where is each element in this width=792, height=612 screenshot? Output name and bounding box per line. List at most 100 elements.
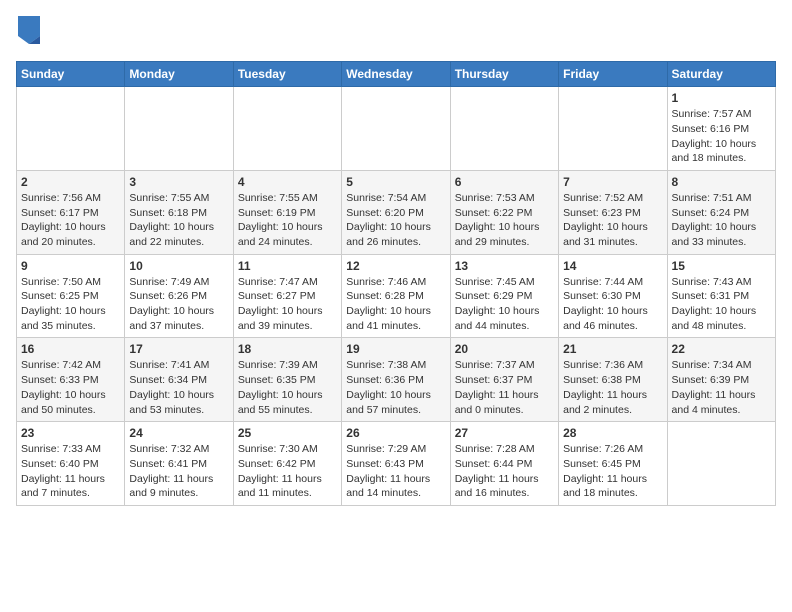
day-info: Sunrise: 7:28 AMSunset: 6:44 PMDaylight:…: [455, 442, 554, 501]
calendar-cell: 17 Sunrise: 7:41 AMSunset: 6:34 PMDayligh…: [125, 338, 233, 422]
calendar-cell: 18 Sunrise: 7:39 AMSunset: 6:35 PMDayligh…: [233, 338, 341, 422]
day-number: 17: [129, 342, 228, 356]
weekday-header-thursday: Thursday: [450, 62, 558, 87]
day-number: 14: [563, 259, 662, 273]
calendar-cell: 11 Sunrise: 7:47 AMSunset: 6:27 PMDayligh…: [233, 254, 341, 338]
calendar-cell: 16 Sunrise: 7:42 AMSunset: 6:33 PMDayligh…: [17, 338, 125, 422]
calendar-cell: 2 Sunrise: 7:56 AMSunset: 6:17 PMDaylight…: [17, 170, 125, 254]
weekday-header-tuesday: Tuesday: [233, 62, 341, 87]
day-info: Sunrise: 7:52 AMSunset: 6:23 PMDaylight:…: [563, 191, 662, 250]
day-number: 25: [238, 426, 337, 440]
day-number: 12: [346, 259, 445, 273]
calendar-cell: 28 Sunrise: 7:26 AMSunset: 6:45 PMDayligh…: [559, 422, 667, 506]
calendar-cell: 14 Sunrise: 7:44 AMSunset: 6:30 PMDayligh…: [559, 254, 667, 338]
day-number: 20: [455, 342, 554, 356]
day-number: 19: [346, 342, 445, 356]
calendar-cell: 25 Sunrise: 7:30 AMSunset: 6:42 PMDayligh…: [233, 422, 341, 506]
day-number: 24: [129, 426, 228, 440]
day-info: Sunrise: 7:56 AMSunset: 6:17 PMDaylight:…: [21, 191, 120, 250]
day-number: 13: [455, 259, 554, 273]
day-number: 6: [455, 175, 554, 189]
calendar-cell: [450, 87, 558, 171]
calendar-cell: [667, 422, 775, 506]
day-number: 11: [238, 259, 337, 273]
day-info: Sunrise: 7:55 AMSunset: 6:18 PMDaylight:…: [129, 191, 228, 250]
day-info: Sunrise: 7:50 AMSunset: 6:25 PMDaylight:…: [21, 275, 120, 334]
day-info: Sunrise: 7:45 AMSunset: 6:29 PMDaylight:…: [455, 275, 554, 334]
day-number: 10: [129, 259, 228, 273]
calendar-cell: 1 Sunrise: 7:57 AMSunset: 6:16 PMDaylight…: [667, 87, 775, 171]
calendar-cell: [233, 87, 341, 171]
day-number: 28: [563, 426, 662, 440]
day-number: 8: [672, 175, 771, 189]
day-number: 21: [563, 342, 662, 356]
calendar-cell: 5 Sunrise: 7:54 AMSunset: 6:20 PMDaylight…: [342, 170, 450, 254]
day-number: 16: [21, 342, 120, 356]
calendar-cell: 7 Sunrise: 7:52 AMSunset: 6:23 PMDaylight…: [559, 170, 667, 254]
logo-icon: [18, 16, 40, 44]
day-info: Sunrise: 7:42 AMSunset: 6:33 PMDaylight:…: [21, 358, 120, 417]
calendar-cell: [559, 87, 667, 171]
calendar-cell: [342, 87, 450, 171]
day-info: Sunrise: 7:29 AMSunset: 6:43 PMDaylight:…: [346, 442, 445, 501]
calendar-cell: [17, 87, 125, 171]
calendar-cell: 19 Sunrise: 7:38 AMSunset: 6:36 PMDayligh…: [342, 338, 450, 422]
day-number: 27: [455, 426, 554, 440]
logo: [16, 16, 40, 49]
calendar-cell: 22 Sunrise: 7:34 AMSunset: 6:39 PMDayligh…: [667, 338, 775, 422]
day-number: 5: [346, 175, 445, 189]
day-info: Sunrise: 7:55 AMSunset: 6:19 PMDaylight:…: [238, 191, 337, 250]
day-info: Sunrise: 7:57 AMSunset: 6:16 PMDaylight:…: [672, 107, 771, 166]
day-info: Sunrise: 7:32 AMSunset: 6:41 PMDaylight:…: [129, 442, 228, 501]
day-info: Sunrise: 7:26 AMSunset: 6:45 PMDaylight:…: [563, 442, 662, 501]
day-info: Sunrise: 7:33 AMSunset: 6:40 PMDaylight:…: [21, 442, 120, 501]
day-number: 22: [672, 342, 771, 356]
day-info: Sunrise: 7:43 AMSunset: 6:31 PMDaylight:…: [672, 275, 771, 334]
day-info: Sunrise: 7:38 AMSunset: 6:36 PMDaylight:…: [346, 358, 445, 417]
calendar-table: SundayMondayTuesdayWednesdayThursdayFrid…: [16, 61, 776, 506]
day-number: 2: [21, 175, 120, 189]
day-number: 18: [238, 342, 337, 356]
calendar-cell: 9 Sunrise: 7:50 AMSunset: 6:25 PMDaylight…: [17, 254, 125, 338]
calendar-cell: 3 Sunrise: 7:55 AMSunset: 6:18 PMDaylight…: [125, 170, 233, 254]
day-number: 7: [563, 175, 662, 189]
calendar-cell: 6 Sunrise: 7:53 AMSunset: 6:22 PMDaylight…: [450, 170, 558, 254]
day-info: Sunrise: 7:41 AMSunset: 6:34 PMDaylight:…: [129, 358, 228, 417]
calendar-cell: 15 Sunrise: 7:43 AMSunset: 6:31 PMDayligh…: [667, 254, 775, 338]
day-info: Sunrise: 7:37 AMSunset: 6:37 PMDaylight:…: [455, 358, 554, 417]
day-number: 15: [672, 259, 771, 273]
day-info: Sunrise: 7:54 AMSunset: 6:20 PMDaylight:…: [346, 191, 445, 250]
day-info: Sunrise: 7:44 AMSunset: 6:30 PMDaylight:…: [563, 275, 662, 334]
day-number: 3: [129, 175, 228, 189]
day-info: Sunrise: 7:30 AMSunset: 6:42 PMDaylight:…: [238, 442, 337, 501]
day-number: 26: [346, 426, 445, 440]
calendar-cell: 10 Sunrise: 7:49 AMSunset: 6:26 PMDayligh…: [125, 254, 233, 338]
day-info: Sunrise: 7:39 AMSunset: 6:35 PMDaylight:…: [238, 358, 337, 417]
calendar-cell: [125, 87, 233, 171]
weekday-header-wednesday: Wednesday: [342, 62, 450, 87]
calendar-cell: 20 Sunrise: 7:37 AMSunset: 6:37 PMDayligh…: [450, 338, 558, 422]
calendar-cell: 21 Sunrise: 7:36 AMSunset: 6:38 PMDayligh…: [559, 338, 667, 422]
calendar-cell: 8 Sunrise: 7:51 AMSunset: 6:24 PMDaylight…: [667, 170, 775, 254]
calendar-cell: 27 Sunrise: 7:28 AMSunset: 6:44 PMDayligh…: [450, 422, 558, 506]
weekday-header-sunday: Sunday: [17, 62, 125, 87]
day-info: Sunrise: 7:51 AMSunset: 6:24 PMDaylight:…: [672, 191, 771, 250]
day-number: 1: [672, 91, 771, 105]
weekday-header-saturday: Saturday: [667, 62, 775, 87]
day-info: Sunrise: 7:47 AMSunset: 6:27 PMDaylight:…: [238, 275, 337, 334]
calendar-cell: 12 Sunrise: 7:46 AMSunset: 6:28 PMDayligh…: [342, 254, 450, 338]
day-info: Sunrise: 7:46 AMSunset: 6:28 PMDaylight:…: [346, 275, 445, 334]
calendar-cell: 13 Sunrise: 7:45 AMSunset: 6:29 PMDayligh…: [450, 254, 558, 338]
day-number: 9: [21, 259, 120, 273]
weekday-header-monday: Monday: [125, 62, 233, 87]
day-number: 23: [21, 426, 120, 440]
calendar-cell: 24 Sunrise: 7:32 AMSunset: 6:41 PMDayligh…: [125, 422, 233, 506]
day-info: Sunrise: 7:49 AMSunset: 6:26 PMDaylight:…: [129, 275, 228, 334]
calendar-cell: 4 Sunrise: 7:55 AMSunset: 6:19 PMDaylight…: [233, 170, 341, 254]
day-number: 4: [238, 175, 337, 189]
calendar-cell: 26 Sunrise: 7:29 AMSunset: 6:43 PMDayligh…: [342, 422, 450, 506]
day-info: Sunrise: 7:53 AMSunset: 6:22 PMDaylight:…: [455, 191, 554, 250]
day-info: Sunrise: 7:34 AMSunset: 6:39 PMDaylight:…: [672, 358, 771, 417]
day-info: Sunrise: 7:36 AMSunset: 6:38 PMDaylight:…: [563, 358, 662, 417]
page-header: [16, 16, 776, 49]
